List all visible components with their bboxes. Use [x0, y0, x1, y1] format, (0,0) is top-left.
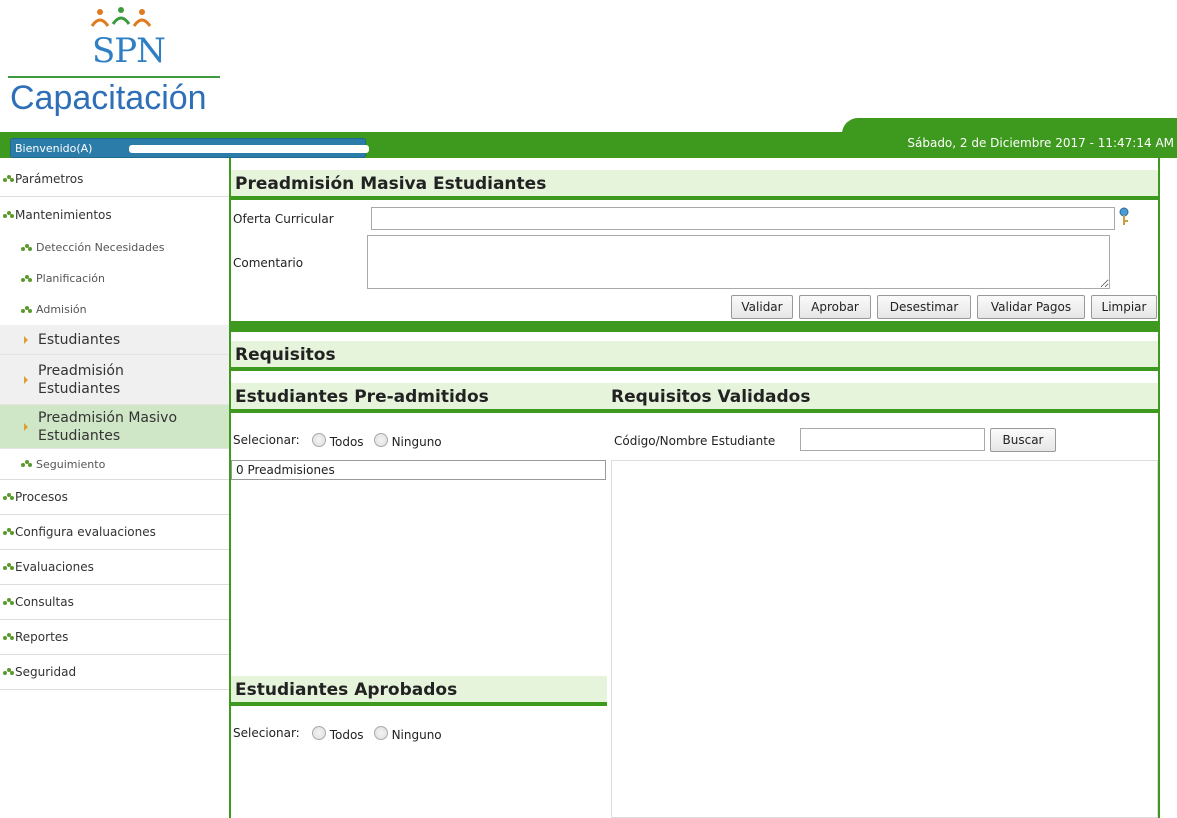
page-title: Preadmisión Masiva Estudiantes — [231, 170, 1158, 200]
sidebar-admision-preadmision[interactable]: Preadmisión Estudiantes — [0, 355, 230, 405]
sidebar-sub-label: Admisión — [36, 303, 87, 316]
leaf-icon — [3, 563, 14, 570]
todos-label: Todos — [329, 435, 364, 449]
sidebar-admision-label: Preadmisión Estudiantes — [38, 362, 124, 397]
sidebar-sub-label: Planificación — [36, 272, 105, 285]
sidebar-item-reportes[interactable]: Reportes — [0, 620, 230, 655]
key-lookup-icon[interactable] — [1117, 207, 1131, 227]
sidebar-admision-estudiantes[interactable]: Estudiantes — [0, 325, 230, 355]
aprobados-select-row: Selecionar: Todos Ninguno — [233, 724, 442, 742]
limpiar-button[interactable]: Limpiar — [1091, 295, 1157, 319]
leaf-icon — [21, 243, 32, 251]
sidebar-item-consultas[interactable]: Consultas — [0, 585, 230, 620]
content-border-right — [1158, 158, 1160, 818]
todos-radio[interactable] — [311, 433, 326, 447]
redacted-username — [129, 145, 369, 153]
aprobar-button[interactable]: Aprobar — [799, 295, 871, 319]
validados-header: Requisitos Validados — [607, 383, 1158, 413]
leaf-icon — [21, 460, 32, 467]
welcome-label: Bienvenido(A) — [15, 142, 93, 155]
ninguno-radio[interactable] — [373, 726, 388, 740]
ninguno-label: Ninguno — [391, 728, 442, 742]
requisitos-validados-list — [611, 460, 1158, 818]
leaf-icon — [3, 175, 14, 182]
select-label: Selecionar: — [233, 433, 300, 447]
logo-brand: SPN — [92, 31, 166, 71]
content-border-left — [229, 158, 231, 818]
leaf-icon — [3, 210, 14, 218]
comentario-label: Comentario — [233, 256, 304, 270]
leaf-icon — [3, 633, 14, 640]
leaf-icon — [3, 528, 14, 535]
ninguno-radio[interactable] — [373, 433, 388, 447]
buscar-button[interactable]: Buscar — [990, 428, 1056, 452]
preadmitidos-select-row: Selecionar: Todos Ninguno — [233, 431, 442, 449]
sidebar-sub-seguimiento[interactable]: Seguimiento — [0, 449, 230, 480]
triangle-icon — [24, 375, 28, 384]
sidebar-admision-preadmision-masivo[interactable]: Preadmisión Masivo Estudiantes — [0, 405, 230, 449]
todos-label: Todos — [329, 728, 364, 742]
select-label: Selecionar: — [233, 726, 300, 740]
sidebar-sub-label: Seguimiento — [36, 457, 106, 471]
sidebar-item-evaluaciones[interactable]: Evaluaciones — [0, 550, 230, 585]
sidebar-item-mantenimientos[interactable]: Mantenimientos — [0, 197, 230, 232]
sidebar: Parámetros Mantenimientos Detección Nece… — [0, 162, 230, 690]
todos-radio[interactable] — [311, 726, 326, 740]
sidebar-item-label: Reportes — [15, 630, 69, 644]
sidebar-item-label: Configura evaluaciones — [15, 525, 156, 539]
sidebar-sub-admision[interactable]: Admisión — [0, 294, 230, 325]
oferta-curricular-input[interactable] — [371, 207, 1115, 230]
oferta-label: Oferta Curricular — [233, 212, 334, 226]
student-search-input[interactable] — [800, 428, 985, 451]
sidebar-item-label: Procesos — [15, 490, 68, 504]
aprobados-header: Estudiantes Aprobados — [231, 676, 607, 706]
search-label: Código/Nombre Estudiante — [614, 434, 776, 448]
validar-pagos-button[interactable]: Validar Pagos — [977, 295, 1085, 319]
comentario-textarea[interactable] — [367, 235, 1110, 289]
sidebar-sub-label: Detección Necesidades — [36, 241, 165, 254]
welcome-badge: Bienvenido(A) — [10, 138, 369, 158]
sidebar-item-seguridad[interactable]: Seguridad — [0, 655, 230, 690]
sidebar-sub-deteccion[interactable]: Detección Necesidades — [0, 232, 230, 263]
logo: SPN Capacitación — [8, 6, 223, 121]
leaf-icon — [3, 493, 14, 500]
sidebar-admision-label: Estudiantes — [38, 331, 121, 348]
header-datetime: Sábado, 2 de Diciembre 2017 - 11:47:14 A… — [907, 136, 1174, 150]
sidebar-item-label: Evaluaciones — [15, 560, 94, 574]
desestimar-button[interactable]: Desestimar — [877, 295, 971, 319]
leaf-icon — [3, 668, 14, 675]
sidebar-item-parametros[interactable]: Parámetros — [0, 162, 230, 197]
requisitos-header: Requisitos — [231, 341, 1158, 371]
leaf-icon — [21, 305, 32, 313]
sidebar-sub-planificacion[interactable]: Planificación — [0, 263, 230, 294]
triangle-icon — [24, 335, 28, 344]
sidebar-admision-label: Preadmisión Masivo Estudiantes — [38, 409, 178, 444]
ninguno-label: Ninguno — [391, 435, 442, 449]
sidebar-item-label: Seguridad — [15, 665, 77, 679]
sidebar-item-label: Mantenimientos — [15, 207, 112, 222]
preadmitidos-header: Estudiantes Pre-admitidos — [231, 383, 607, 413]
sidebar-item-label: Parámetros — [15, 172, 84, 186]
sidebar-item-label: Consultas — [15, 595, 74, 609]
sidebar-item-configura-evaluaciones[interactable]: Configura evaluaciones — [0, 515, 230, 550]
section-divider — [231, 321, 1158, 332]
preadmisiones-count: 0 Preadmisiones — [231, 460, 606, 480]
validar-button[interactable]: Validar — [731, 295, 793, 319]
leaf-icon — [3, 598, 14, 605]
sidebar-item-procesos[interactable]: Procesos — [0, 480, 230, 515]
leaf-icon — [21, 274, 32, 282]
triangle-icon — [24, 422, 28, 431]
logo-subtitle: Capacitación — [10, 79, 207, 117]
